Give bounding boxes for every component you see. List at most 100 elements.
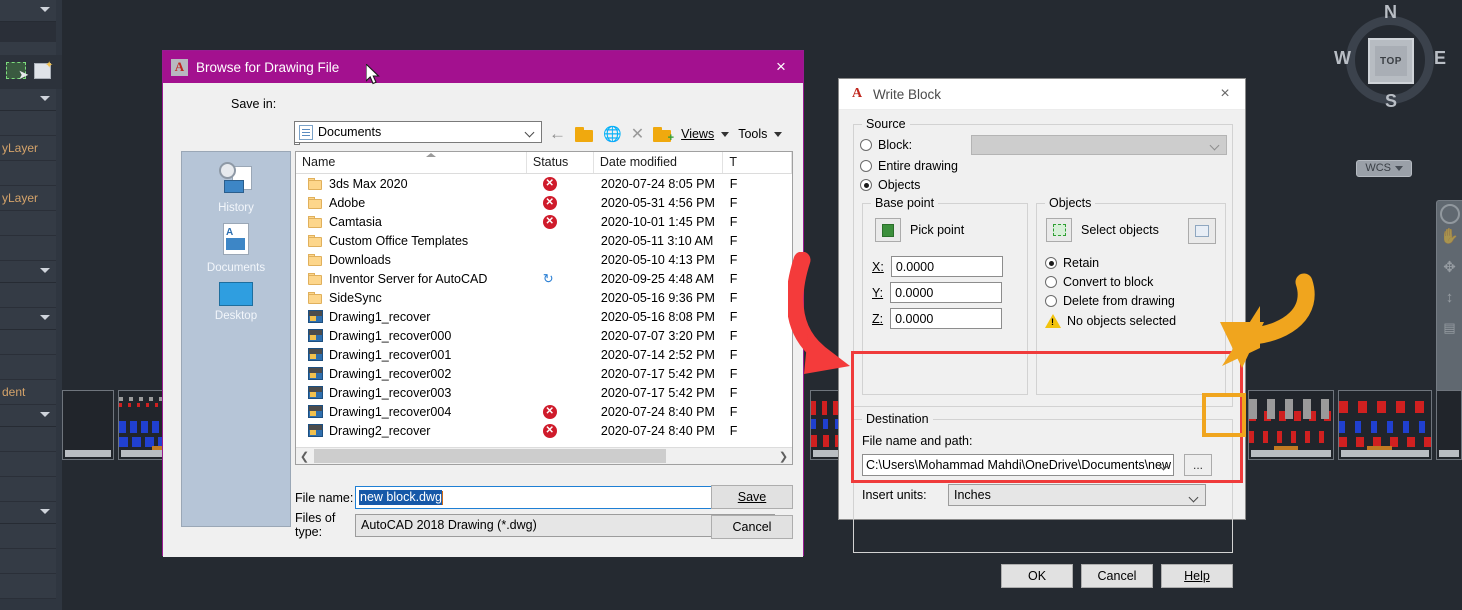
scroll-right-icon[interactable]: ❯ [775,450,792,463]
drawing-thumbnail[interactable] [62,390,114,460]
file-name-cell[interactable]: Drawing1_recover000 [296,329,527,343]
file-name-cell[interactable]: Drawing1_recover002 [296,367,527,381]
file-list-header[interactable]: Name Status Date modified T [296,152,792,174]
back-button[interactable]: ← [549,124,566,144]
ok-button[interactable]: OK [1001,564,1073,588]
drawing-thumbnail[interactable] [1248,390,1334,460]
column-header-date[interactable]: Date modified [594,152,724,173]
table-row[interactable]: Drawing2_recover ✕ 2020-07-24 8:40 PM F [296,421,792,440]
radio-delete-from-drawing[interactable] [1045,295,1057,307]
palette-header-1[interactable] [0,89,56,111]
table-row[interactable]: Drawing1_recover003 2020-07-17 5:42 PM F [296,383,792,402]
delete-button[interactable]: ✕ [631,124,644,144]
table-row[interactable]: Drawing1_recover004 ✕ 2020-07-24 8:40 PM F [296,402,792,421]
pick-point-icon[interactable] [875,218,901,242]
close-icon[interactable]: × [1205,79,1245,110]
palette-row-n[interactable] [0,524,56,549]
viewcube-south-label[interactable]: S [1385,91,1397,112]
objects-delete-option[interactable]: Delete from drawing [1045,294,1175,308]
table-row[interactable]: Drawing1_recover001 2020-07-14 2:52 PM F [296,345,792,364]
navigation-bar[interactable]: ✋ ✥ ↕ ▤ [1436,200,1462,400]
table-row[interactable]: Drawing1_recover 2020-05-16 8:08 PM F [296,307,792,326]
table-row[interactable]: Camtasia ✕ 2020-10-01 1:45 PM F [296,212,792,231]
palette-toolrow[interactable]: ➤ ✦ [0,55,62,89]
palette-row-h[interactable] [0,330,56,355]
table-row[interactable]: Downloads 2020-05-10 4:13 PM F [296,250,792,269]
source-objects-option[interactable]: Objects [860,178,920,192]
palette-row-g[interactable] [0,283,56,308]
objects-convert-option[interactable]: Convert to block [1045,275,1153,289]
viewcube-east-label[interactable]: E [1434,48,1446,69]
browse-dialog-titlebar[interactable]: A Browse for Drawing File × [163,51,803,83]
scroll-left-icon[interactable]: ❮ [296,450,313,463]
column-header-name[interactable]: Name [296,152,527,173]
palette-row-e[interactable] [0,211,56,236]
table-row[interactable]: 3ds Max 2020 ✕ 2020-07-24 8:05 PM F [296,174,792,193]
orbit-icon[interactable]: ↕ [1439,289,1461,317]
file-name-cell[interactable]: Inventor Server for AutoCAD [296,272,527,286]
radio-retain[interactable] [1045,257,1057,269]
place-history[interactable]: History [182,162,290,214]
file-name-cell[interactable]: Drawing1_recover003 [296,386,527,400]
palette-row-b[interactable]: yLayer [0,136,56,161]
table-row[interactable]: Custom Office Templates 2020-05-11 3:10 A… [296,231,792,250]
help-button[interactable]: Help [1161,564,1233,588]
table-row[interactable]: SideSync 2020-05-16 9:36 PM F [296,288,792,307]
palette-row-l[interactable] [0,452,56,477]
column-header-type[interactable]: T [723,152,792,173]
file-name-cell[interactable]: Custom Office Templates [296,234,527,248]
viewcube-west-label[interactable]: W [1334,48,1351,69]
base-point-z-input[interactable]: 0.0000 [890,308,1003,329]
save-button[interactable]: Save [711,485,793,509]
file-name-cell[interactable]: Camtasia [296,215,527,229]
showmotion-icon[interactable]: ▤ [1439,320,1461,348]
file-name-cell[interactable]: Drawing1_recover001 [296,348,527,362]
ucs-wcs-dropdown[interactable]: WCS [1356,160,1412,177]
source-entire-drawing-option[interactable]: Entire drawing [860,159,958,173]
scrollbar-thumb[interactable] [314,449,666,463]
up-one-level-button[interactable] [575,126,594,142]
file-name-cell[interactable]: Downloads [296,253,527,267]
file-list-horizontal-scrollbar[interactable]: ❮ ❯ [296,447,792,464]
file-list[interactable]: Name Status Date modified T 3ds Max 2020… [295,151,793,465]
palette-row-a[interactable] [0,111,56,136]
palette-row-k[interactable] [0,427,56,452]
place-documents[interactable]: A Documents [182,222,290,274]
radio-objects[interactable] [860,179,872,191]
palette-row-f[interactable] [0,236,56,261]
drawing-thumbnail[interactable] [1436,390,1462,460]
create-new-folder-button[interactable]: + [653,126,674,144]
zoom-extents-icon[interactable]: ✥ [1439,258,1461,286]
file-name-cell[interactable]: Drawing1_recover [296,310,527,324]
radio-block[interactable] [860,139,872,151]
source-block-option[interactable]: Block: [860,138,912,152]
palette-header-2[interactable] [0,261,56,283]
file-name-cell[interactable]: 3ds Max 2020 [296,177,527,191]
palette-header-5[interactable] [0,502,56,524]
block-name-combo[interactable] [971,135,1227,155]
palette-row-p[interactable] [0,574,56,599]
table-row[interactable]: Drawing1_recover002 2020-07-17 5:42 PM F [296,364,792,383]
search-the-web-button[interactable]: 🌐 [603,125,622,143]
pick-point-button[interactable]: Pick point [875,218,964,242]
browse-for-drawing-file-dialog[interactable]: A Browse for Drawing File × Save in: Doc… [162,50,804,557]
palette-row-m[interactable] [0,477,56,502]
select-objects-button[interactable]: Select objects [1046,218,1159,242]
radio-convert-to-block[interactable] [1045,276,1057,288]
palette-header-3[interactable] [0,308,56,330]
select-objects-icon[interactable] [1046,218,1072,242]
close-icon[interactable]: × [759,51,803,83]
viewcube-north-label[interactable]: N [1384,2,1397,23]
viewcube-top-face[interactable]: TOP [1368,38,1414,84]
file-name-cell[interactable]: Drawing1_recover004 [296,405,527,419]
palette-header-4[interactable] [0,405,56,427]
file-name-cell[interactable]: Adobe [296,196,527,210]
table-row[interactable]: Adobe ✕ 2020-05-31 4:56 PM F [296,193,792,212]
file-name-cell[interactable]: Drawing2_recover [296,424,527,438]
base-point-x-input[interactable]: 0.0000 [890,256,1003,277]
base-point-y-input[interactable]: 0.0000 [890,282,1003,303]
table-row[interactable]: Drawing1_recover000 2020-07-07 3:20 PM F [296,326,792,345]
viewcube[interactable]: N S W E TOP [1334,2,1446,116]
insert-units-select[interactable]: Inches [948,484,1206,506]
palette-row-j[interactable]: dent [0,380,56,405]
